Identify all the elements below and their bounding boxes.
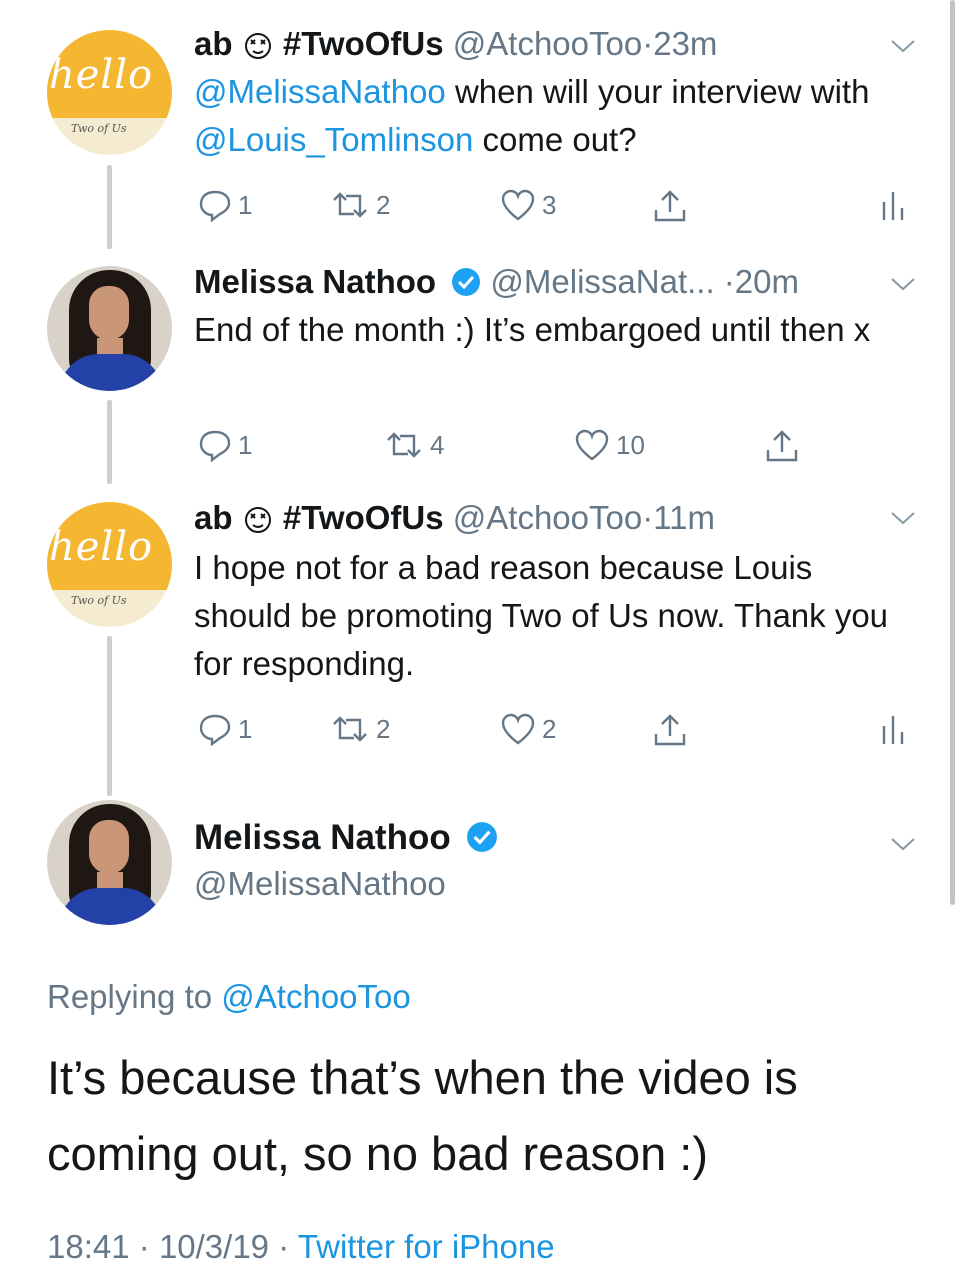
like-button[interactable]: 10 (574, 428, 645, 462)
analytics-icon (882, 716, 904, 744)
retweet-button[interactable]: 4 (384, 428, 444, 462)
reply-count: 1 (238, 429, 253, 460)
like-count: 10 (616, 429, 645, 460)
tweet-header: ab #TwoOfUs @AtchooToo·23m (194, 24, 717, 64)
avatar-hello-text: hello (49, 52, 154, 98)
chevron-down-icon[interactable] (890, 274, 916, 294)
timestamp[interactable]: 23m (653, 25, 717, 62)
client-link[interactable]: Twitter for iPhone (298, 1228, 555, 1265)
reply-count: 1 (238, 189, 253, 220)
retweet-icon (333, 716, 367, 742)
handle[interactable]: @AtchooToo (453, 25, 642, 62)
display-name[interactable]: ab (194, 499, 233, 536)
focus-handle[interactable]: @MelissaNathoo (194, 865, 446, 903)
tweet-header: Melissa Nathoo @MelissaNat... ·20m (194, 262, 799, 302)
share-icon (654, 190, 686, 222)
avatar-sub-text: Two of Us (71, 594, 127, 607)
dot-separator: · (723, 263, 735, 300)
focus-author-name[interactable]: Melissa Nathoo (194, 818, 498, 858)
tweet-meta: 18:41 · 10/3/19 · Twitter for iPhone (47, 1228, 555, 1265)
dot-separator: · (642, 499, 654, 536)
share-button[interactable] (652, 712, 688, 748)
display-name[interactable]: Melissa Nathoo (194, 818, 451, 857)
handle[interactable]: @MelissaNat... (490, 263, 714, 300)
share-button[interactable] (652, 188, 688, 224)
tweet-date: 10/3/19 (158, 1228, 270, 1265)
avatar-atchootoo[interactable]: hello Two of Us (47, 502, 172, 627)
avatar-sub-text: Two of Us (71, 122, 127, 135)
dizzy-face-emoji-icon (244, 507, 271, 534)
avatar-melissanathoo[interactable] (47, 266, 172, 391)
tweet-text: @MelissaNathoo when will your interview … (194, 73, 870, 158)
analytics-button[interactable] (880, 188, 906, 222)
share-button[interactable] (764, 428, 800, 464)
mention-link[interactable]: @MelissaNathoo (194, 73, 446, 110)
heart-icon (575, 429, 609, 461)
avatar-atchootoo[interactable]: hello Two of Us (47, 30, 172, 155)
timestamp[interactable]: 20m (735, 263, 799, 300)
chevron-down-icon[interactable] (890, 508, 916, 528)
tweet-actions: 1 2 2 (0, 712, 961, 756)
reply-icon (199, 190, 231, 222)
share-icon (766, 430, 798, 462)
retweet-button[interactable]: 2 (330, 188, 390, 222)
share-icon (654, 714, 686, 746)
tweet-actions: 1 4 10 (0, 428, 961, 472)
retweet-count: 4 (430, 429, 445, 460)
retweet-count: 2 (376, 713, 391, 744)
retweet-button[interactable]: 2 (330, 712, 390, 746)
retweet-icon (387, 432, 421, 458)
replying-to-link[interactable]: @AtchooToo (221, 978, 410, 1015)
retweet-count: 2 (376, 189, 391, 220)
display-name[interactable]: ab (194, 25, 233, 62)
avatar-melissanathoo[interactable] (47, 800, 172, 925)
like-button[interactable]: 2 (500, 712, 556, 746)
verified-badge-icon (452, 268, 481, 296)
reply-icon (199, 714, 231, 746)
tweet-header: ab #TwoOfUs @AtchooToo·11m (194, 498, 715, 538)
reply-icon (199, 430, 231, 462)
verified-badge-icon (467, 822, 498, 852)
reply-button[interactable]: 1 (198, 188, 252, 222)
dizzy-face-emoji-icon (244, 33, 271, 60)
analytics-button[interactable] (880, 712, 906, 746)
like-count: 2 (542, 713, 557, 744)
retweet-icon (333, 192, 367, 218)
chevron-down-icon[interactable] (890, 36, 916, 56)
heart-icon (501, 189, 535, 221)
chevron-down-icon[interactable] (890, 834, 916, 854)
handle[interactable]: @AtchooToo (453, 499, 642, 536)
display-name-hashtag[interactable]: #TwoOfUs (283, 499, 444, 536)
tweet-text: I hope not for a bad reason because Loui… (194, 549, 889, 682)
mention-link[interactable]: @Louis_Tomlinson (194, 121, 473, 158)
like-count: 3 (542, 189, 557, 220)
analytics-icon (882, 192, 904, 220)
reply-button[interactable]: 1 (198, 712, 252, 746)
reply-count: 1 (238, 713, 253, 744)
tweet-actions: 1 2 3 (0, 188, 961, 232)
display-name[interactable]: Melissa Nathoo (194, 263, 436, 300)
avatar-hello-text: hello (49, 524, 154, 570)
focus-tweet-text: It’s because that’s when the video is co… (47, 1051, 798, 1180)
dot-separator: · (642, 25, 654, 62)
heart-icon (501, 713, 535, 745)
display-name-hashtag[interactable]: #TwoOfUs (283, 25, 444, 62)
tweet-time: 18:41 (47, 1228, 130, 1265)
reply-button[interactable]: 1 (198, 428, 252, 462)
replying-to: Replying to @AtchooToo (47, 978, 411, 1015)
timestamp[interactable]: 11m (653, 499, 715, 536)
like-button[interactable]: 3 (500, 188, 556, 222)
tweet-text: End of the month :) It’s embargoed until… (194, 311, 871, 348)
